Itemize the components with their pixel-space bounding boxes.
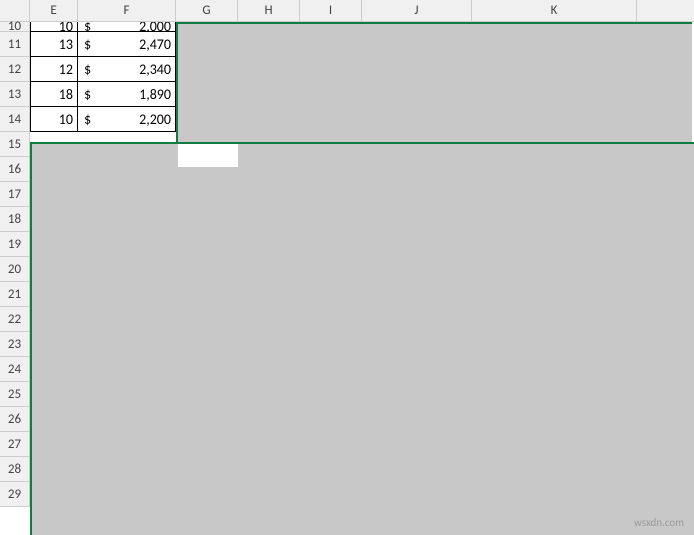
row-header-24[interactable]: 24 [0,357,30,382]
currency-symbol: $ [82,22,91,32]
row-header-21[interactable]: 21 [0,282,30,307]
col-header-f[interactable]: F [78,0,176,21]
cell-f12[interactable]: $ 2,340 [78,57,176,82]
currency-value: 2,000 [139,22,171,32]
table-row: 10 $ 2,200 [30,107,176,132]
col-header-j[interactable]: J [362,0,472,21]
cell-e10[interactable]: 10 [30,22,78,32]
table-row: 13 $ 2,470 [30,32,176,57]
table-row: 10 $ 2,000 [30,22,176,32]
cell-f11[interactable]: $ 2,470 [78,32,176,57]
row-header-16[interactable]: 16 [0,157,30,182]
row-header-25[interactable]: 25 [0,382,30,407]
row-header-26[interactable]: 26 [0,407,30,432]
currency-value: 2,340 [139,61,171,78]
row-header-27[interactable]: 27 [0,432,30,457]
cell-e11[interactable]: 13 [30,32,78,57]
row-header-15[interactable]: 15 [0,132,30,157]
row-header-13[interactable]: 13 [0,82,30,107]
col-header-e[interactable]: E [30,0,78,21]
cells-area[interactable]: 10 $ 2,000 13 $ 2,470 12 $ [30,22,694,535]
col-header-k[interactable]: K [472,0,637,21]
selection-highlight-horizontal [30,142,694,535]
cell-f14[interactable]: $ 2,200 [78,107,176,132]
row-header-19[interactable]: 19 [0,232,30,257]
row-header-20[interactable]: 20 [0,257,30,282]
row-headers-column: 10 11 12 13 14 15 16 17 18 19 20 21 22 2… [0,22,30,535]
watermark-text: wsxdn.com [634,516,684,529]
col-header-h[interactable]: H [238,0,300,21]
row-header-17[interactable]: 17 [0,182,30,207]
cell-f10[interactable]: $ 2,000 [78,22,176,32]
column-headers-row: E F G H I J K [0,0,694,22]
currency-value: 2,470 [139,36,171,53]
active-cell-indicator [178,144,238,167]
cell-e12[interactable]: 12 [30,57,78,82]
col-header-g[interactable]: G [176,0,238,21]
row-header-29[interactable]: 29 [0,482,30,507]
currency-symbol: $ [82,61,91,78]
row-header-11[interactable]: 11 [0,32,30,57]
row-header-22[interactable]: 22 [0,307,30,332]
cell-e14[interactable]: 10 [30,107,78,132]
row-header-28[interactable]: 28 [0,457,30,482]
row-header-18[interactable]: 18 [0,207,30,232]
row-header-14[interactable]: 14 [0,107,30,132]
cell-e13[interactable]: 18 [30,82,78,107]
col-header-l[interactable] [637,0,694,21]
spreadsheet-grid[interactable]: E F G H I J K 10 11 12 13 14 15 16 17 18… [0,0,694,535]
currency-symbol: $ [82,36,91,53]
col-header-i[interactable]: I [300,0,362,21]
cell-f13[interactable]: $ 1,890 [78,82,176,107]
table-row: 18 $ 1,890 [30,82,176,107]
row-header-10[interactable]: 10 [0,22,30,32]
currency-symbol: $ [82,111,91,128]
currency-value: 1,890 [139,86,171,103]
currency-symbol: $ [82,86,91,103]
table-row: 12 $ 2,340 [30,57,176,82]
selection-highlight-vertical [176,22,692,535]
row-header-12[interactable]: 12 [0,57,30,82]
row-header-23[interactable]: 23 [0,332,30,357]
currency-value: 2,200 [139,111,171,128]
